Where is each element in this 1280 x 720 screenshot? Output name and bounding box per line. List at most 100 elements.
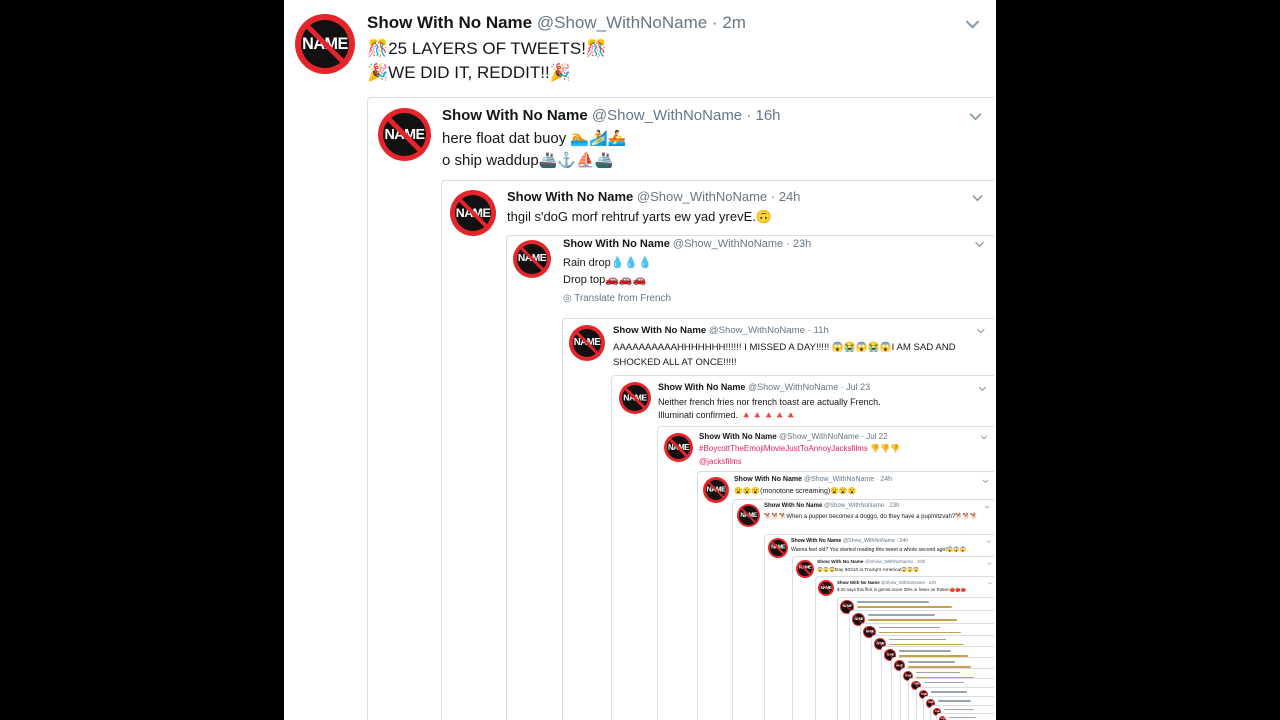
avatar[interactable]: NAME xyxy=(295,14,355,74)
chevron-down-icon[interactable] xyxy=(987,562,992,568)
chevron-down-icon[interactable] xyxy=(982,478,989,485)
tweet-text-line xyxy=(937,700,971,702)
chevron-down-icon[interactable] xyxy=(984,505,990,511)
tweet-text-line: Wanna feel old? You started reading this… xyxy=(791,547,967,553)
tweet-header: Show With No Name @Show_WithNoName · 24h xyxy=(791,538,908,544)
tweet-text-line: thgil s'doG morf rehtruf yarts ew yad yr… xyxy=(507,209,773,224)
timestamp[interactable]: 23h xyxy=(917,560,925,565)
avatar[interactable]: NAME xyxy=(768,538,788,558)
timestamp[interactable]: Jul 22 xyxy=(866,432,887,441)
tweet-text-line: 😱😱😱Day 90210 in Trump's America!😱😱😱 xyxy=(817,568,920,573)
user-handle[interactable]: @Show_WithNoName xyxy=(592,107,742,124)
tweet-text-line: Rain drop💧💧💧 xyxy=(563,257,652,269)
timestamp[interactable]: 24h xyxy=(899,538,908,544)
timestamp[interactable]: 11h xyxy=(814,325,829,336)
avatar[interactable]: NAME xyxy=(796,560,814,578)
avatar[interactable]: NAME xyxy=(569,325,605,361)
user-handle[interactable]: @Show_WithNoName xyxy=(804,476,874,483)
user-handle[interactable]: @Show_WithNoName xyxy=(709,325,805,336)
tweet-text-line: 😮😮😮(monotone screaming)😮😮😮 xyxy=(734,488,857,495)
user-handle[interactable]: @Show_WithNoName xyxy=(673,238,783,250)
tweet-header: Show With No Name @Show_WithNoName · 2m xyxy=(367,13,746,33)
tweet-text-line: Illuminati confirmed. 🔺🔺🔺🔺🔺 xyxy=(658,410,797,420)
tweet-text-line xyxy=(898,650,951,652)
user-handle[interactable]: @Show_WithNoName xyxy=(843,538,895,544)
avatar[interactable]: NAME xyxy=(939,715,947,720)
timestamp[interactable]: 24h xyxy=(779,189,801,204)
user-handle[interactable]: @Show_WithNoName xyxy=(824,503,884,509)
tweet-text-line xyxy=(944,708,974,710)
display-name[interactable]: Show With No Name xyxy=(791,538,841,544)
user-handle[interactable]: @Show_WithNoName xyxy=(779,432,859,441)
tweet-thread-view: NAMEShow With No Name @Show_WithNoName ·… xyxy=(284,0,996,720)
tweet-header: Show With No Name @Show_WithNoName · 16h xyxy=(442,107,781,124)
separator-dot: · xyxy=(767,189,779,204)
user-handle[interactable]: @Show_WithNoName xyxy=(637,189,767,204)
tweet-text-line: #BoycottTheEmojiMovieJustToAnnoyJacksfil… xyxy=(699,444,901,453)
tweet-text-line xyxy=(924,681,964,683)
globe-icon: ◎ xyxy=(563,293,575,304)
timestamp[interactable]: 23h xyxy=(889,503,899,509)
tweet-header: Show With No Name @Show_WithNoName · 23h xyxy=(764,503,899,509)
avatar[interactable]: NAME xyxy=(619,382,651,414)
chevron-down-icon[interactable] xyxy=(986,540,991,545)
separator-dot: · xyxy=(783,238,793,250)
tweet-header: Show With No Name @Show_WithNoName · 23h xyxy=(563,238,811,250)
avatar[interactable]: NAME xyxy=(703,477,729,503)
timestamp[interactable]: Jul 23 xyxy=(846,382,870,392)
separator-dot: · xyxy=(742,107,756,124)
tweet-text-line: 🎊25 LAYERS OF TWEETS!🎊 xyxy=(367,39,608,58)
avatar[interactable]: NAME xyxy=(737,504,760,527)
tweet-text-line xyxy=(931,691,968,693)
translate-link[interactable]: ◎ Translate from French xyxy=(563,293,671,304)
user-handle[interactable]: @Show_WithNoName xyxy=(748,382,838,392)
tweet-text-line: 🐕🐕🐕When a pupper becomes a doggo, do the… xyxy=(764,514,978,520)
display-name[interactable]: Show With No Name xyxy=(367,13,532,32)
avatar[interactable]: NAME xyxy=(450,190,496,236)
display-name[interactable]: Show With No Name xyxy=(699,432,777,441)
tweet-text-line: here float dat buoy 🏊🏄🚣 xyxy=(442,130,627,147)
timestamp[interactable]: 2m xyxy=(722,13,746,32)
tweet-text-line xyxy=(949,716,977,718)
tweet-header: Show With No Name @Show_WithNoName · 24h xyxy=(734,476,892,483)
user-handle[interactable]: @Show_WithNoName xyxy=(865,560,913,565)
user-handle[interactable]: @Show_WithNoName xyxy=(881,580,925,585)
display-name[interactable]: Show With No Name xyxy=(817,560,864,565)
display-name[interactable]: Show With No Name xyxy=(507,189,633,204)
tweet-header: Show With No Name @Show_WithNoName · Jul… xyxy=(658,382,870,392)
timestamp[interactable]: 24h xyxy=(880,476,892,483)
chevron-down-icon[interactable] xyxy=(971,191,984,204)
chevron-down-icon[interactable] xyxy=(980,434,988,442)
chevron-down-icon[interactable] xyxy=(964,15,981,32)
avatar[interactable]: NAME xyxy=(378,108,431,161)
tweet-text: AAAAAAAAAAHHHHHHH!!!!!! I MISSED A DAY!!… xyxy=(613,342,956,368)
display-name[interactable]: Show With No Name xyxy=(563,238,670,250)
avatar[interactable]: NAME xyxy=(664,433,693,462)
tweet-text-line xyxy=(916,671,960,673)
tweet-text-line: $ 20 says this flick is gonna score 30% … xyxy=(837,587,966,592)
quoted-tweet[interactable]: NAME xyxy=(936,712,994,720)
tweet-text-line xyxy=(857,606,953,608)
display-name[interactable]: Show With No Name xyxy=(764,503,822,509)
chevron-down-icon[interactable] xyxy=(978,384,987,393)
timestamp[interactable]: 23h xyxy=(793,238,811,250)
chevron-down-icon[interactable] xyxy=(968,109,983,124)
avatar[interactable]: NAME xyxy=(818,580,834,596)
display-name[interactable]: Show With No Name xyxy=(837,580,880,585)
display-name[interactable]: Show With No Name xyxy=(442,107,588,124)
separator-dot: · xyxy=(707,13,723,32)
chevron-down-icon[interactable] xyxy=(974,240,985,251)
display-name[interactable]: Show With No Name xyxy=(658,382,745,392)
separator-dot: · xyxy=(805,325,814,336)
tweet-text-line: @jacksfilms xyxy=(699,457,742,466)
chevron-down-icon[interactable] xyxy=(976,327,986,337)
chevron-down-icon[interactable] xyxy=(988,582,992,586)
user-handle[interactable]: @Show_WithNoName xyxy=(537,13,707,32)
translate-label[interactable]: Translate from French xyxy=(574,293,671,304)
display-name[interactable]: Show With No Name xyxy=(734,476,802,483)
tweet-text-line xyxy=(889,638,946,640)
avatar[interactable]: NAME xyxy=(513,240,551,278)
timestamp[interactable]: 24h xyxy=(929,580,936,585)
timestamp[interactable]: 16h xyxy=(756,107,781,124)
display-name[interactable]: Show With No Name xyxy=(613,325,706,336)
